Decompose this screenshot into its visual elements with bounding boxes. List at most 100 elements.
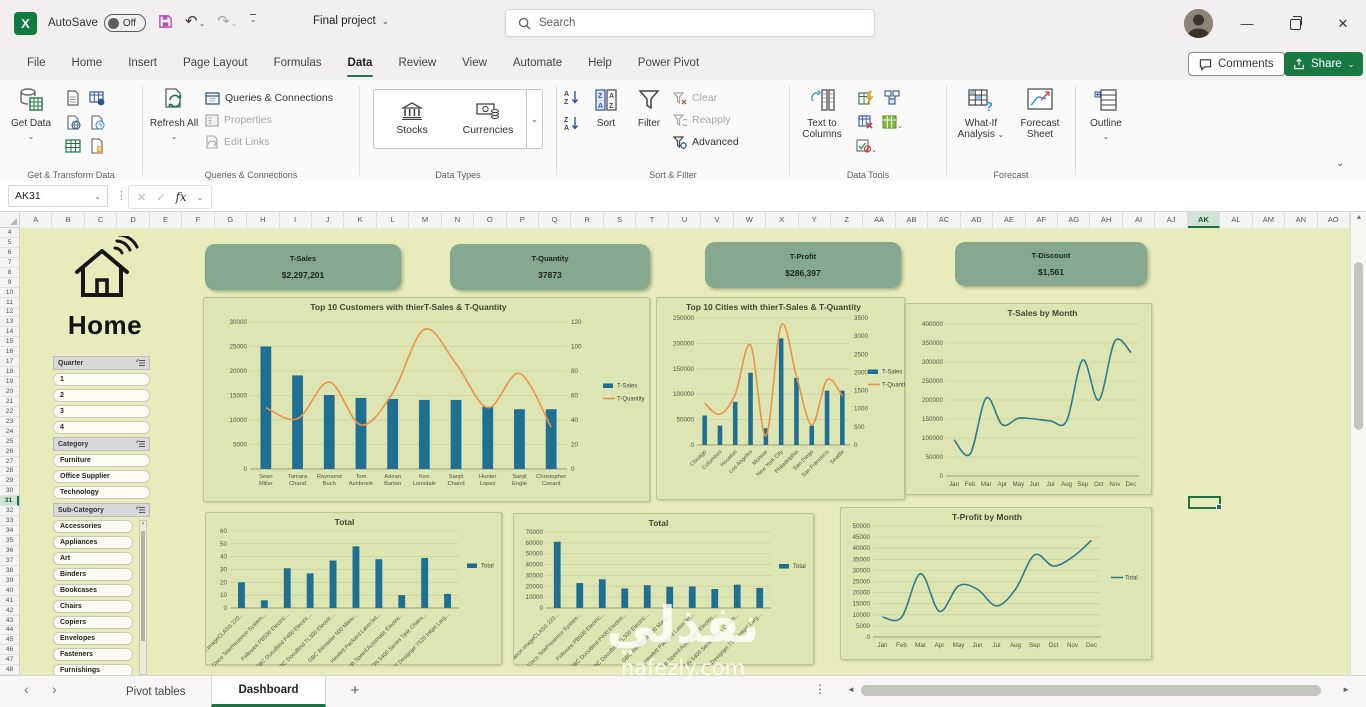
slicer-category[interactable]: Category FurnitureOffice SupplierTechnol…	[53, 437, 150, 499]
tab-formulas[interactable]: Formulas	[261, 48, 335, 80]
tab-power-pivot[interactable]: Power Pivot	[625, 48, 712, 80]
collapse-ribbon-button[interactable]: ⌄	[1336, 158, 1344, 169]
row-header-20[interactable]: 20	[0, 387, 19, 397]
column-header-D[interactable]: D	[117, 212, 149, 228]
sheet-canvas[interactable]: Home T-Sales $2,297,201 T-Quantity 37873…	[20, 228, 1350, 675]
sheet-tab-dashboard[interactable]: Dashboard	[211, 676, 325, 707]
slicer-header[interactable]: Sub-Category	[53, 503, 150, 517]
row-header-10[interactable]: 10	[0, 288, 19, 298]
customize-qat-button[interactable]: ⌄	[250, 16, 257, 26]
kpi-card-t-profit[interactable]: T-Profit $286,397	[705, 242, 901, 288]
tab-home[interactable]: Home	[59, 48, 116, 80]
row-header-4[interactable]: 4	[0, 228, 19, 238]
row-header-7[interactable]: 7	[0, 258, 19, 268]
tab-file[interactable]: File	[14, 48, 59, 80]
edit-links-button[interactable]: Edit Links	[205, 133, 333, 151]
row-header-41[interactable]: 41	[0, 596, 19, 606]
sheet-tab-pivot-tables[interactable]: Pivot tables	[100, 676, 211, 707]
row-header-23[interactable]: 23	[0, 417, 19, 427]
row-header-46[interactable]: 46	[0, 645, 19, 655]
row-header-30[interactable]: 30	[0, 486, 19, 496]
row-header-44[interactable]: 44	[0, 626, 19, 636]
row-header-48[interactable]: 48	[0, 665, 19, 675]
column-header-A[interactable]: A	[20, 212, 52, 228]
formula-input[interactable]	[216, 185, 1358, 209]
row-header-35[interactable]: 35	[0, 536, 19, 546]
column-header-V[interactable]: V	[701, 212, 733, 228]
tab-page-layout[interactable]: Page Layout	[170, 48, 261, 80]
data-types-gallery-more-button[interactable]: ⌄	[526, 90, 542, 148]
kpi-card-t-quantity[interactable]: T-Quantity 37873	[450, 244, 650, 290]
remove-duplicates-button[interactable]	[854, 111, 878, 133]
undo-button[interactable]: ↶⌄	[185, 12, 205, 30]
tab-review[interactable]: Review	[385, 48, 449, 80]
row-header-8[interactable]: 8	[0, 268, 19, 278]
scrollbar-thumb[interactable]	[861, 685, 1321, 696]
get-data-button[interactable]: Get Data ⌄	[6, 85, 56, 165]
what-if-analysis-button[interactable]: ? What-If Analysis ⌄	[953, 85, 1009, 165]
close-button[interactable]: ✕	[1330, 14, 1356, 34]
chart-top10-cities[interactable]: Top 10 Cities with thierT-Sales & T-Quan…	[656, 297, 905, 500]
tabbar-menu-icon[interactable]: ⋮	[814, 682, 826, 696]
row-header-9[interactable]: 9	[0, 278, 19, 288]
existing-connections-button[interactable]	[86, 135, 108, 157]
add-sheet-button[interactable]: +	[344, 680, 366, 702]
from-table-range-button[interactable]	[86, 87, 108, 109]
row-header-43[interactable]: 43	[0, 616, 19, 626]
column-header-AJ[interactable]: AJ	[1155, 212, 1187, 228]
avatar[interactable]	[1184, 9, 1213, 38]
text-to-columns-button[interactable]: Text to Columns	[796, 85, 848, 165]
slicer-item-chairs[interactable]: Chairs	[53, 600, 133, 613]
row-header-34[interactable]: 34	[0, 526, 19, 536]
slicer-item-appliances[interactable]: Appliances	[53, 536, 133, 549]
column-header-I[interactable]: I	[280, 212, 312, 228]
row-header-15[interactable]: 15	[0, 337, 19, 347]
column-header-AE[interactable]: AE	[993, 212, 1025, 228]
chart-total-sales-by-product[interactable]: Total01000020000300004000050000600007000…	[513, 513, 814, 665]
insert-function-button[interactable]: fx	[175, 190, 186, 204]
consolidate-button[interactable]	[880, 87, 904, 109]
recent-sources-button[interactable]	[86, 111, 108, 133]
slicer-item-copiers[interactable]: Copiers	[53, 616, 133, 629]
excel-app-icon[interactable]: X	[14, 12, 37, 35]
column-header-AA[interactable]: AA	[863, 212, 895, 228]
slicer-item-accessories[interactable]: Accessories	[53, 520, 133, 533]
row-header-11[interactable]: 11	[0, 298, 19, 308]
slicer-header[interactable]: Quarter	[53, 356, 150, 370]
row-header-25[interactable]: 25	[0, 437, 19, 447]
row-header-5[interactable]: 5	[0, 238, 19, 248]
column-header-M[interactable]: M	[409, 212, 441, 228]
chart-total-quantity-by-product[interactable]: Total0102030405060Canon imageCLASS 220..…	[205, 512, 502, 665]
slicer-item-1[interactable]: 1	[53, 373, 150, 386]
confirm-entry-button[interactable]: ✓	[156, 191, 165, 204]
column-header-R[interactable]: R	[571, 212, 603, 228]
slicer-item-art[interactable]: Art	[53, 552, 133, 565]
row-header-21[interactable]: 21	[0, 397, 19, 407]
queries-connections-button[interactable]: Queries & Connections	[205, 89, 333, 107]
column-header-C[interactable]: C	[85, 212, 117, 228]
forecast-sheet-button[interactable]: Forecast Sheet	[1015, 85, 1065, 165]
tab-automate[interactable]: Automate	[500, 48, 575, 80]
minimize-button[interactable]: —	[1234, 14, 1260, 34]
column-header-Z[interactable]: Z	[831, 212, 863, 228]
restore-button[interactable]	[1282, 14, 1308, 34]
scrollbar-thumb[interactable]	[1354, 262, 1363, 430]
row-header-16[interactable]: 16	[0, 347, 19, 357]
row-header-6[interactable]: 6	[0, 248, 19, 258]
scrollbar-thumb[interactable]	[141, 531, 145, 641]
column-header-AI[interactable]: AI	[1123, 212, 1155, 228]
column-header-AK[interactable]: AK	[1188, 212, 1220, 228]
row-header-37[interactable]: 37	[0, 556, 19, 566]
tab-help[interactable]: Help	[575, 48, 625, 80]
slicer-quarter[interactable]: Quarter 1234	[53, 356, 150, 434]
column-header-Y[interactable]: Y	[799, 212, 831, 228]
column-header-W[interactable]: W	[734, 212, 766, 228]
column-header-AG[interactable]: AG	[1058, 212, 1090, 228]
stocks-button[interactable]: Stocks	[374, 90, 450, 148]
comments-button[interactable]: Comments	[1188, 52, 1285, 76]
column-header-O[interactable]: O	[474, 212, 506, 228]
column-header-U[interactable]: U	[669, 212, 701, 228]
sort-button[interactable]: ZAAZ Sort	[587, 85, 625, 165]
horizontal-scrollbar[interactable]: ◄ ►	[845, 681, 1352, 701]
row-header-27[interactable]: 27	[0, 457, 19, 467]
